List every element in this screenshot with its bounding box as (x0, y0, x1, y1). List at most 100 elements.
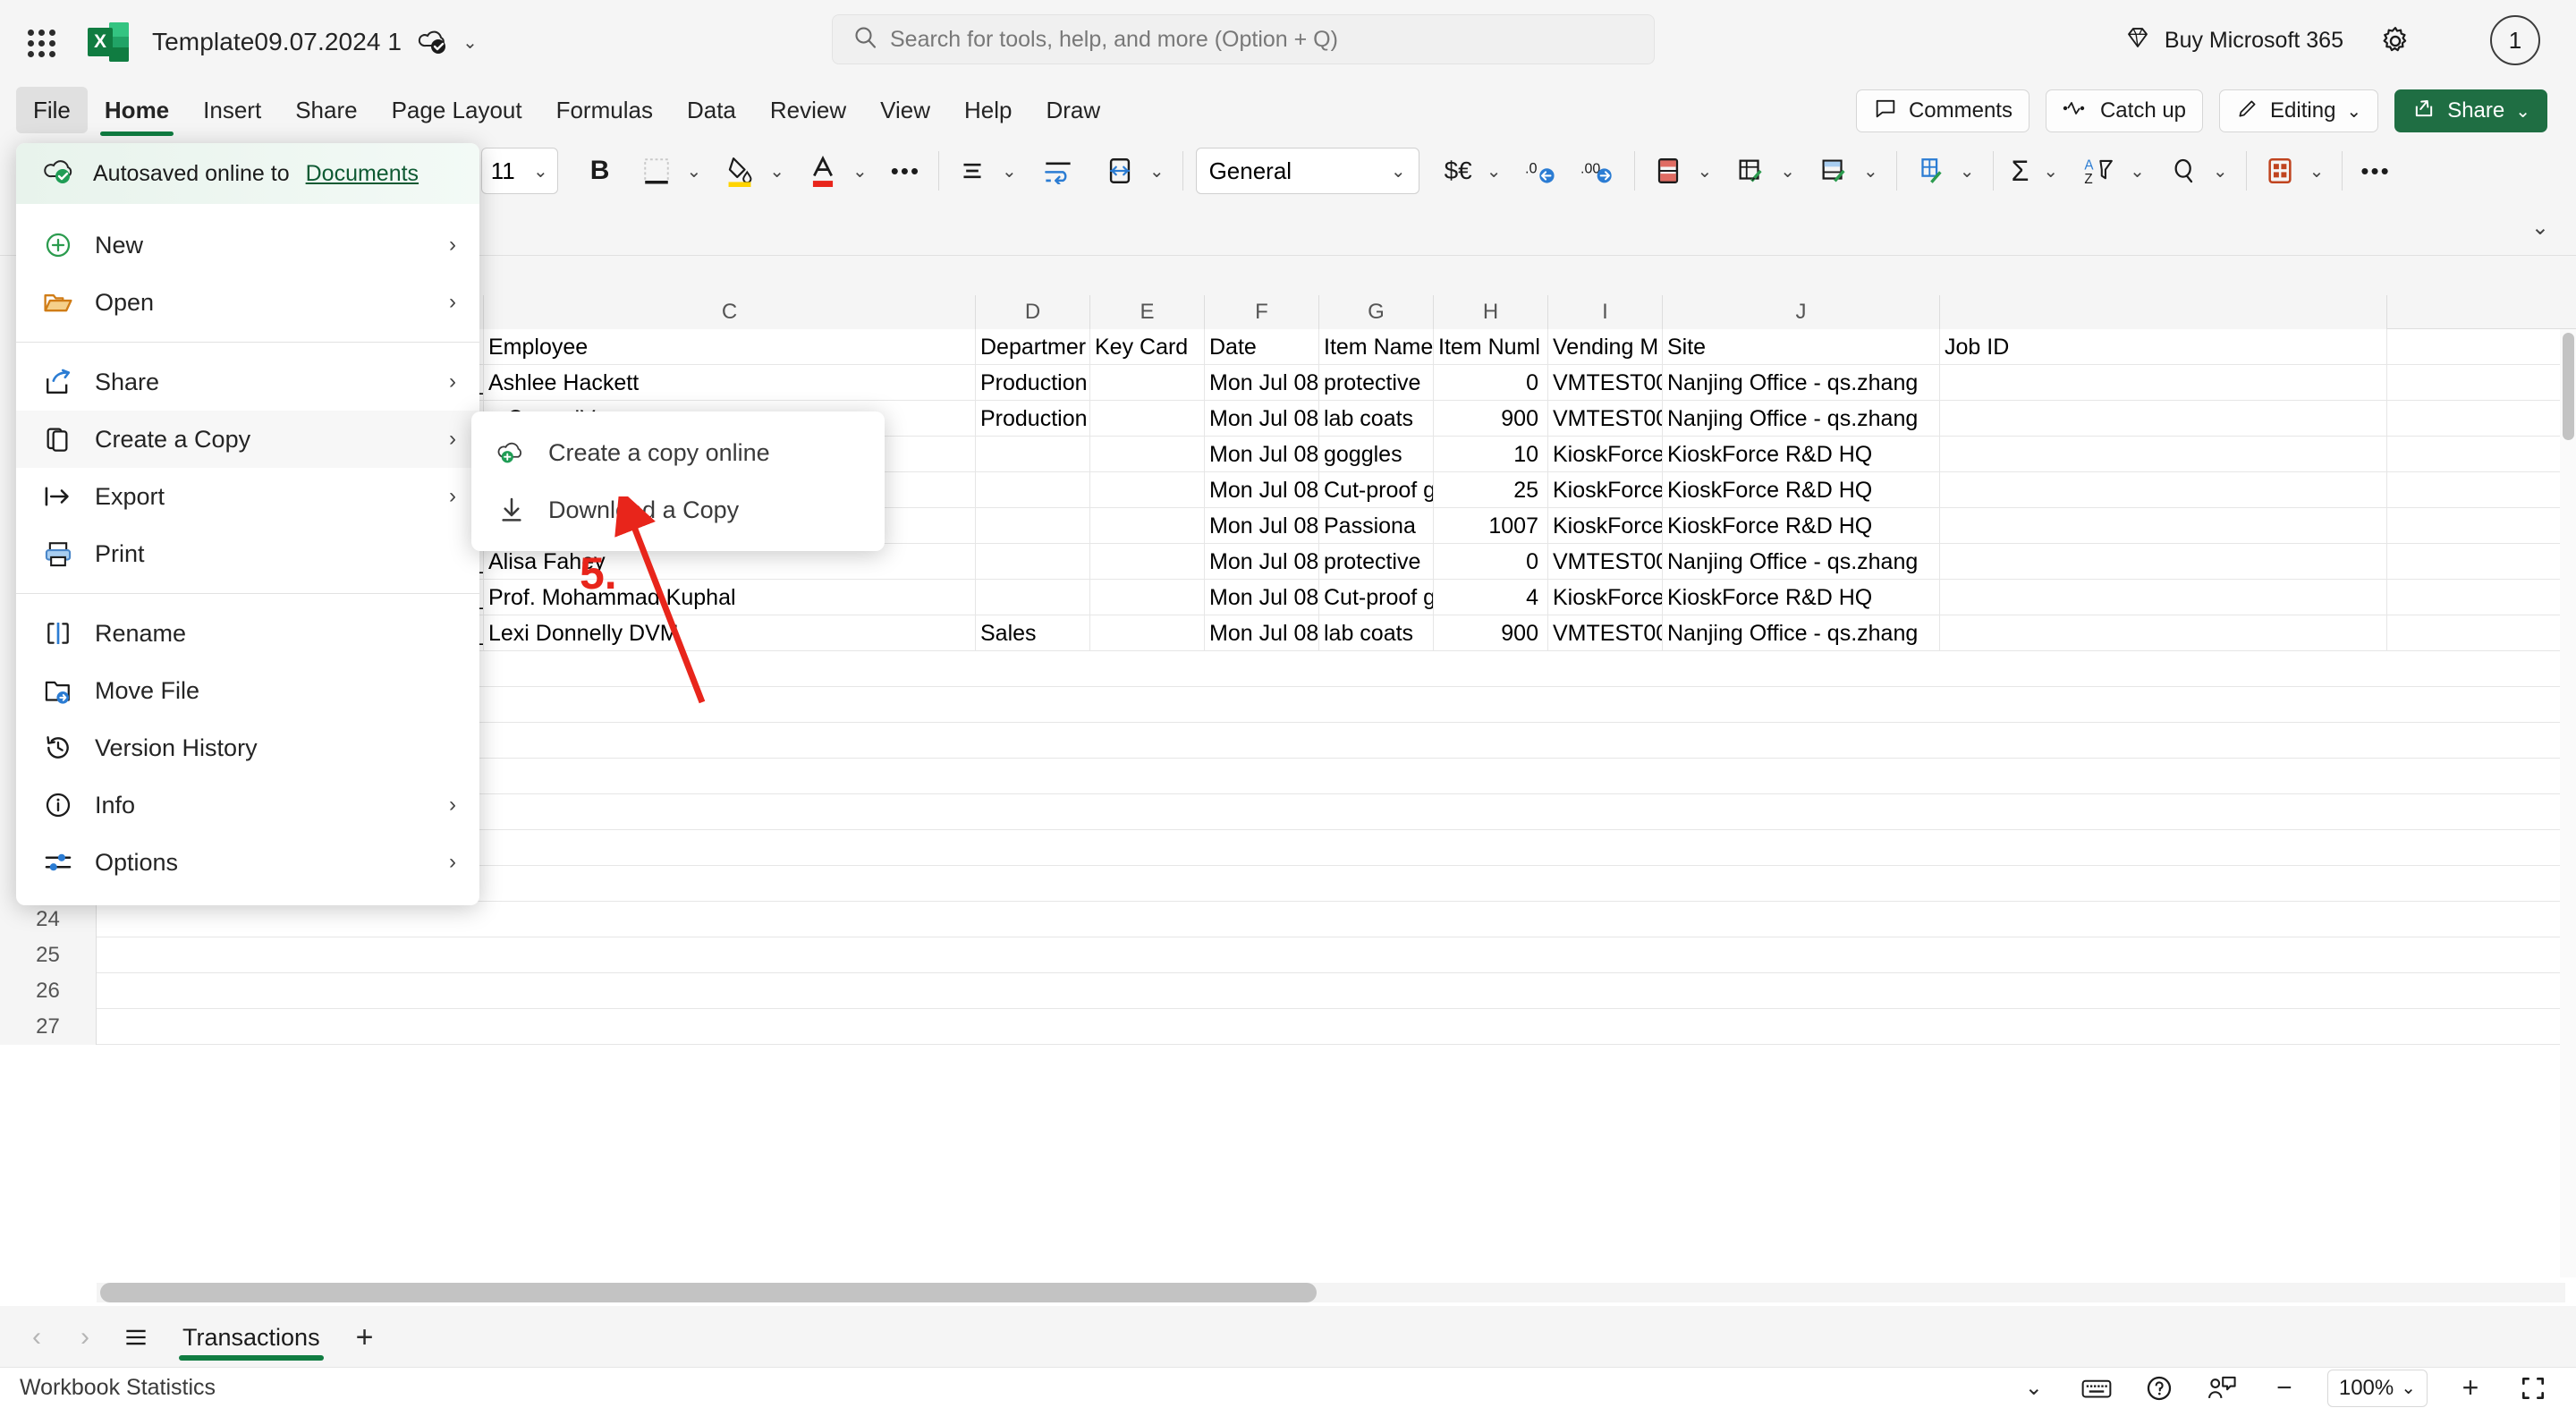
cell-I[interactable]: KioskForce (1548, 508, 1663, 544)
document-title[interactable]: Template09.07.2024 1 (152, 28, 402, 56)
font-size-input[interactable]: 11 ⌄ (480, 148, 558, 194)
borders-button[interactable] (636, 146, 677, 196)
cell-E[interactable] (1090, 544, 1205, 580)
file-menu-item-export[interactable]: Export › (16, 468, 479, 525)
question-circle-icon[interactable] (2140, 1370, 2179, 1406)
ribbon-tab-share[interactable]: Share (278, 87, 374, 133)
cell-D[interactable]: Production (976, 401, 1090, 437)
add-ins-chevron-icon[interactable]: ⌄ (2304, 160, 2330, 182)
column-header-J[interactable]: J (1663, 295, 1940, 329)
cell-E-header[interactable]: Key Card (1090, 329, 1205, 365)
conditional-formatting-chevron-icon[interactable]: ⌄ (1692, 160, 1718, 182)
format-table-chevron-icon[interactable]: ⌄ (1775, 160, 1801, 182)
align-button[interactable] (952, 146, 993, 196)
cell-K[interactable] (1940, 508, 2387, 544)
autosum-chevron-icon[interactable]: ⌄ (2038, 160, 2063, 182)
merge-chevron-icon[interactable]: ⌄ (1144, 160, 1170, 182)
catch-up-button[interactable]: Catch up (2045, 89, 2204, 132)
cloud-saved-icon[interactable] (418, 29, 448, 55)
cell-empty[interactable] (97, 973, 2576, 1009)
vertical-scrollbar-track[interactable] (2560, 329, 2576, 1277)
ribbon-tab-formulas[interactable]: Formulas (539, 87, 670, 133)
conditional-formatting-button[interactable] (1648, 146, 1689, 196)
cell-styles-chevron-icon[interactable]: ⌄ (1858, 160, 1884, 182)
find-select-chevron-icon[interactable]: ⌄ (2207, 160, 2233, 182)
format-as-table-button[interactable] (1730, 146, 1771, 196)
settings-gear-icon[interactable] (2374, 20, 2417, 63)
cell-C[interactable]: Lexi Donnelly DVM (484, 615, 976, 651)
cell-I[interactable]: VMTEST00 (1548, 401, 1663, 437)
column-header-H[interactable]: H (1434, 295, 1548, 329)
cell-H-header[interactable]: Item Numl (1434, 329, 1548, 365)
cell-I[interactable]: VMTEST00 (1548, 365, 1663, 401)
cell-D[interactable] (976, 437, 1090, 472)
workbook-statistics-button[interactable]: Workbook Statistics (20, 1375, 216, 1401)
column-header-G[interactable]: G (1319, 295, 1434, 329)
fill-color-button[interactable] (719, 146, 760, 196)
ribbon-tab-file[interactable]: File (16, 87, 88, 133)
bold-button[interactable]: B (585, 146, 615, 196)
cell-D[interactable]: Sales (976, 615, 1090, 651)
file-menu-item-options[interactable]: Options › (16, 834, 479, 891)
wrap-text-button[interactable] (1037, 146, 1080, 196)
add-ins-button[interactable] (2259, 146, 2301, 196)
cell-I[interactable]: KioskForce (1548, 472, 1663, 508)
add-sheet-button[interactable]: + (343, 1317, 386, 1358)
cell-C-header[interactable]: Employee (484, 329, 976, 365)
cell-F[interactable]: Mon Jul 08 (1205, 437, 1319, 472)
cell-K[interactable] (1940, 437, 2387, 472)
cell-empty[interactable] (97, 902, 2576, 937)
cell-F-header[interactable]: Date (1205, 329, 1319, 365)
cell-D[interactable] (976, 508, 1090, 544)
chevron-left-icon[interactable]: ‹ (16, 1317, 57, 1358)
find-and-select-button[interactable] (2165, 146, 2204, 196)
column-header-I[interactable]: I (1548, 295, 1663, 329)
chevron-right-icon[interactable]: › (64, 1317, 106, 1358)
status-chevron-down-icon[interactable]: ⌄ (2014, 1370, 2054, 1406)
cell-G[interactable]: Cut-proof g (1319, 472, 1434, 508)
file-menu-item-info[interactable]: Info › (16, 776, 479, 834)
keyboard-icon[interactable] (2077, 1370, 2116, 1406)
file-menu-item-open[interactable]: Open › (16, 274, 479, 331)
column-header-D[interactable]: D (976, 295, 1090, 329)
cell-F[interactable]: Mon Jul 08 (1205, 365, 1319, 401)
cell-H[interactable]: 0 (1434, 365, 1548, 401)
cell-D-header[interactable]: Departmer (976, 329, 1090, 365)
column-header-C[interactable]: C (484, 295, 976, 329)
cell-D[interactable] (976, 580, 1090, 615)
cell-K-header[interactable]: Job ID (1940, 329, 2387, 365)
cell-H[interactable]: 1007 (1434, 508, 1548, 544)
cell-E[interactable] (1090, 365, 1205, 401)
account-avatar[interactable]: 1 (2490, 15, 2540, 65)
row-header[interactable]: 26 (0, 973, 97, 1009)
cell-H[interactable]: 4 (1434, 580, 1548, 615)
sort-filter-chevron-icon[interactable]: ⌄ (2124, 160, 2150, 182)
row-header[interactable]: 24 (0, 902, 97, 937)
feedback-icon[interactable] (2202, 1370, 2241, 1406)
fill-color-chevron-icon[interactable]: ⌄ (764, 160, 790, 182)
ribbon-collapse-chevron-icon[interactable]: ⌄ (2531, 215, 2549, 241)
autosum-button[interactable]: Σ (2006, 146, 2035, 196)
cell-styles-button[interactable] (1813, 146, 1854, 196)
file-menu-item-share[interactable]: Share › (16, 353, 479, 411)
cell-I[interactable]: KioskForce (1548, 580, 1663, 615)
horizontal-scrollbar-thumb[interactable] (100, 1283, 1317, 1302)
cell-E[interactable] (1090, 437, 1205, 472)
file-menu-item-version-history[interactable]: Version History (16, 719, 479, 776)
cell-I[interactable]: KioskForce (1548, 437, 1663, 472)
file-menu-item-create-a-copy[interactable]: Create a Copy › (16, 411, 479, 468)
insert-cells-chevron-icon[interactable]: ⌄ (1954, 160, 1980, 182)
column-header-K[interactable] (1940, 295, 2387, 329)
cell-H[interactable]: 900 (1434, 401, 1548, 437)
cell-D[interactable]: Production (976, 365, 1090, 401)
cell-K[interactable] (1940, 472, 2387, 508)
cell-J-header[interactable]: Site (1663, 329, 1940, 365)
sheet-tab-transactions[interactable]: Transactions (166, 1310, 336, 1364)
toolbar-overflow-button[interactable]: ••• (2355, 146, 2395, 196)
cell-I[interactable]: VMTEST00 (1548, 544, 1663, 580)
column-header-F[interactable]: F (1205, 295, 1319, 329)
cell-J[interactable]: KioskForce R&D HQ (1663, 472, 1940, 508)
cell-K[interactable] (1940, 365, 2387, 401)
cell-G[interactable]: Passiona (1319, 508, 1434, 544)
cell-D[interactable] (976, 544, 1090, 580)
